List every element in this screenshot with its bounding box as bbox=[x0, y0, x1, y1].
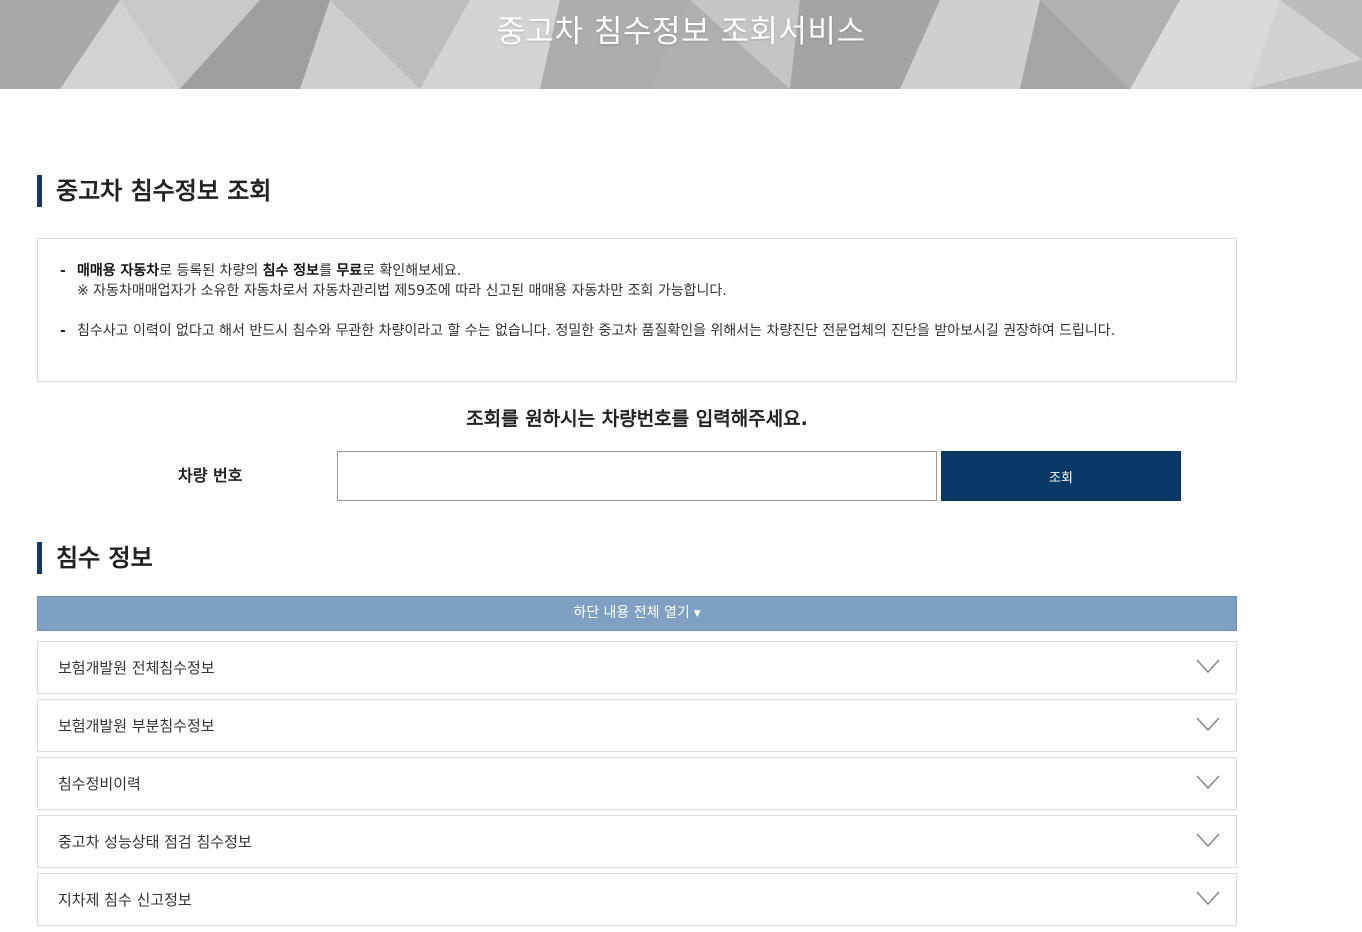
header-banner: 중고차 침수정보 조회서비스 bbox=[0, 0, 1362, 89]
accordion-item-repair-history[interactable]: 침수정비이력 bbox=[37, 757, 1237, 810]
plate-number-input[interactable] bbox=[337, 451, 937, 501]
notice-text-part: 로 확인해보세요. bbox=[362, 263, 462, 279]
chevron-down-icon bbox=[1196, 717, 1220, 732]
search-button[interactable]: 조회 bbox=[941, 451, 1181, 501]
chevron-down-icon bbox=[1196, 659, 1220, 674]
expand-all-button[interactable]: 하단 내용 전체 열기 ▼ bbox=[37, 596, 1237, 631]
notice-dash: - bbox=[60, 263, 66, 279]
page-title: 중고차 침수정보 조회서비스 bbox=[496, 14, 866, 50]
notice-main-text: 매매용 자동차로 등록된 차량의 침수 정보를 무료로 확인해보세요. bbox=[77, 261, 1207, 281]
notice-text-part: 무료 bbox=[336, 263, 363, 279]
notice-subtext: ※ 자동차매매업자가 소유한 자동차로서 자동차관리법 제59조에 따라 신고된… bbox=[77, 283, 727, 299]
accordion-item-label: 지차제 침수 신고정보 bbox=[58, 891, 192, 909]
accordion-item-label: 중고차 성능상태 점검 침수정보 bbox=[58, 833, 252, 851]
accordion-item-label: 보험개발원 전체침수정보 bbox=[58, 659, 215, 677]
accordion-item-performance-check[interactable]: 중고차 성능상태 점검 침수정보 bbox=[37, 815, 1237, 868]
notice-box: - 매매용 자동차로 등록된 차량의 침수 정보를 무료로 확인해보세요. ※ … bbox=[37, 238, 1237, 382]
plate-number-label: 차량 번호 bbox=[178, 466, 243, 485]
chevron-down-icon bbox=[1196, 891, 1220, 906]
notice-text-part: 로 등록된 차량의 bbox=[159, 263, 263, 279]
accordion-item-partial-flood[interactable]: 보험개발원 부분침수정보 bbox=[37, 699, 1237, 752]
notice-text-part: 를 bbox=[319, 263, 337, 279]
flood-section-title: 침수 정보 bbox=[37, 542, 153, 574]
notice-text-part: 침수 정보 bbox=[262, 263, 320, 279]
plate-prompt: 조회를 원하시는 차량번호를 입력해주세요. bbox=[466, 408, 808, 430]
accordion-item-label: 침수정비이력 bbox=[58, 775, 141, 793]
notice-dash: - bbox=[60, 323, 66, 339]
accordion-item-full-flood[interactable]: 보험개발원 전체침수정보 bbox=[37, 641, 1237, 694]
accordion-item-local-report[interactable]: 지차제 침수 신고정보 bbox=[37, 873, 1237, 926]
caret-down-icon: ▼ bbox=[693, 609, 701, 619]
expand-all-label: 하단 내용 전체 열기 bbox=[573, 605, 690, 621]
chevron-down-icon bbox=[1196, 775, 1220, 790]
notice-text-part: 매매용 자동차 bbox=[77, 263, 160, 279]
lookup-section-title: 중고차 침수정보 조회 bbox=[37, 175, 271, 207]
chevron-down-icon bbox=[1196, 833, 1220, 848]
accordion-item-label: 보험개발원 부분침수정보 bbox=[58, 717, 215, 735]
notice-disclaimer-text: 침수사고 이력이 없다고 해서 반드시 침수와 무관한 차량이라고 할 수는 없… bbox=[77, 323, 1116, 339]
